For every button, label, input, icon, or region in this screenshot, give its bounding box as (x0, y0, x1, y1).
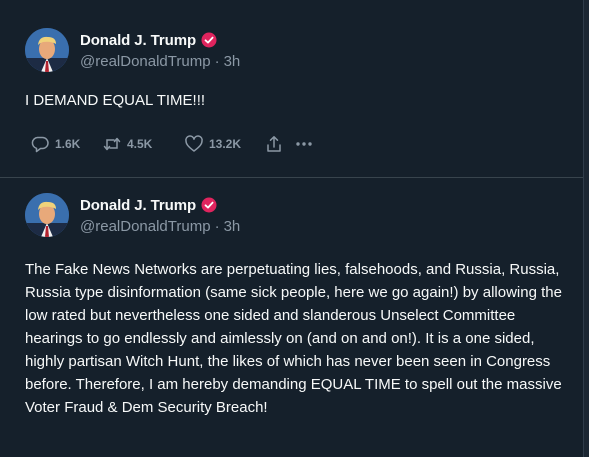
tweet[interactable]: Donald J. Trump @realDonaldTrump · 3h I DE… (0, 0, 583, 178)
verified-badge-icon (201, 197, 217, 213)
like-button[interactable]: 13.2K (184, 134, 264, 154)
share-icon (267, 136, 281, 152)
author-handle[interactable]: @realDonaldTrump (80, 218, 211, 235)
more-icon (296, 142, 312, 146)
like-count: 13.2K (209, 137, 242, 151)
avatar[interactable] (25, 28, 69, 72)
author-name[interactable]: Donald J. Trump (80, 197, 196, 214)
timestamp[interactable]: 3h (224, 53, 241, 70)
tweet-text: I DEMAND EQUAL TIME!!! (25, 92, 206, 109)
retweet-count: 4.5K (127, 137, 153, 151)
heart-icon (185, 135, 203, 152)
reply-count: 1.6K (55, 137, 81, 151)
tweet-text: The Fake News Networks are perpetuating … (25, 261, 562, 416)
retweet-icon (103, 137, 121, 151)
author-name[interactable]: Donald J. Trump (80, 32, 196, 49)
more-button[interactable] (294, 134, 314, 154)
separator: · (214, 218, 220, 235)
tweet-actions: 1.6K 4.5K 13.2K (30, 133, 314, 155)
scrollbar[interactable] (583, 0, 589, 457)
reply-button[interactable]: 1.6K (30, 134, 102, 154)
tweet-feed: Donald J. Trump @realDonaldTrump · 3h I DE… (0, 0, 583, 457)
tweet-header: Donald J. Trump @realDonaldTrump · 3h (80, 195, 240, 237)
author-handle[interactable]: @realDonaldTrump (80, 53, 211, 70)
reply-icon (31, 136, 49, 153)
timestamp[interactable]: 3h (224, 218, 241, 235)
verified-badge-icon (201, 32, 217, 48)
avatar[interactable] (25, 193, 69, 237)
tweet-header: Donald J. Trump @realDonaldTrump · 3h (80, 30, 240, 72)
separator: · (214, 53, 220, 70)
tweet[interactable]: Donald J. Trump @realDonaldTrump · 3h The … (0, 178, 583, 457)
share-button[interactable] (264, 134, 294, 154)
retweet-button[interactable]: 4.5K (102, 134, 184, 154)
